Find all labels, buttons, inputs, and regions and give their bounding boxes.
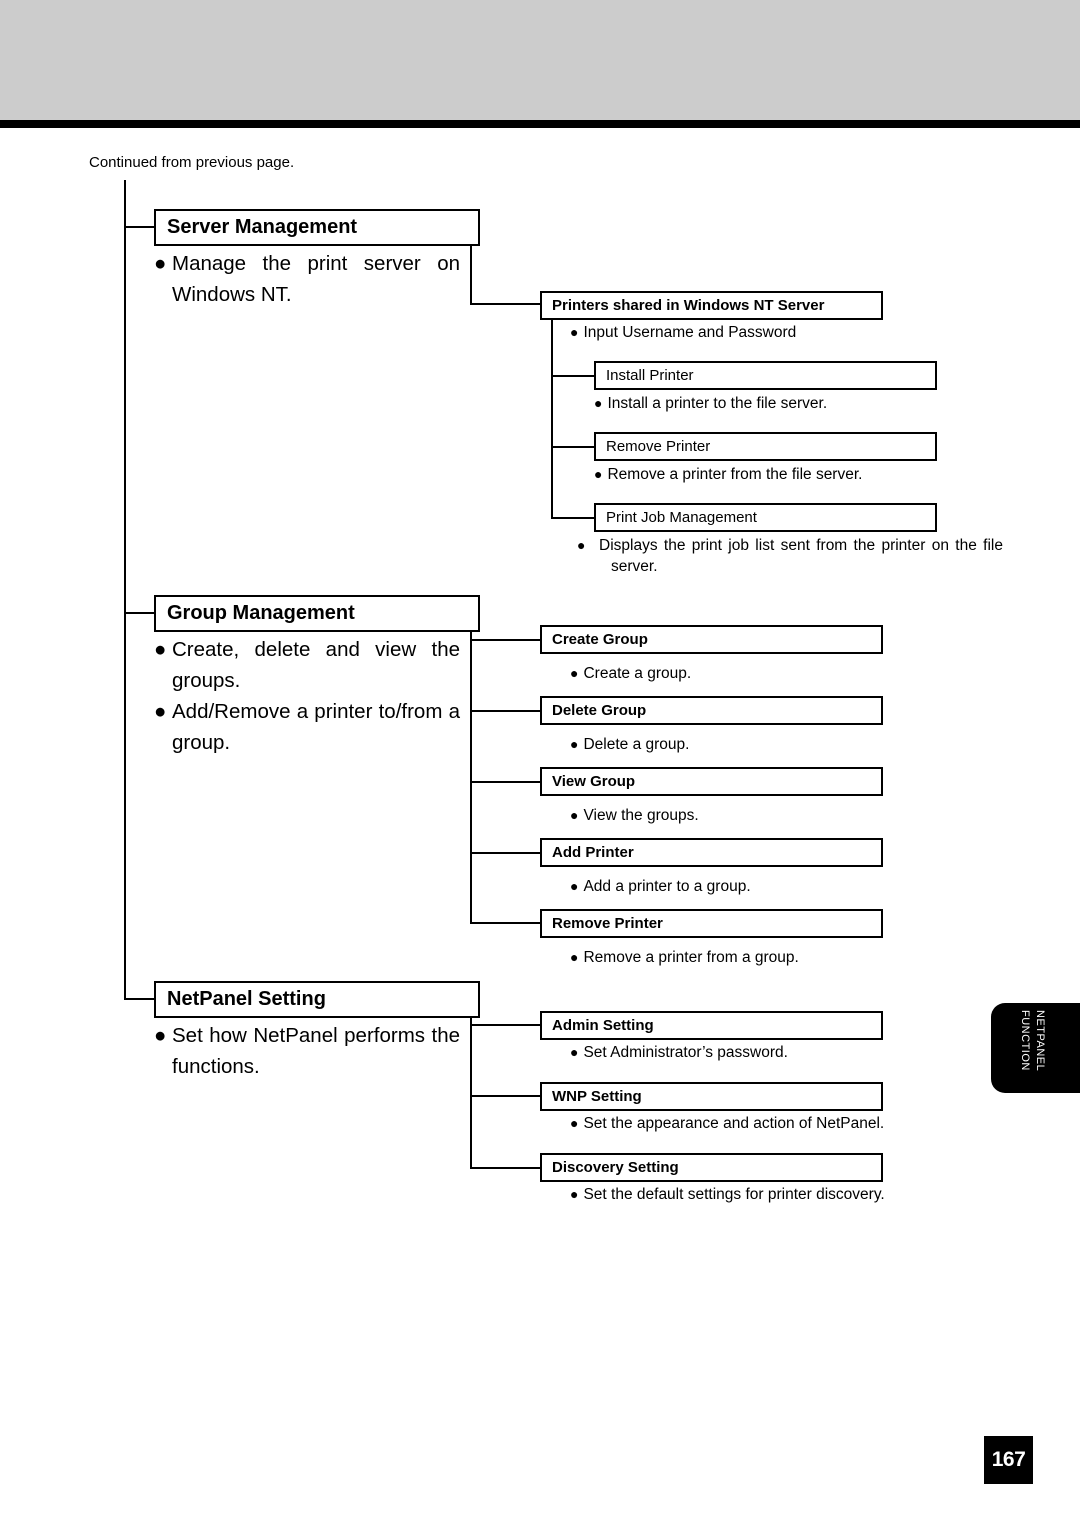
item-description: ● Delete a group.: [570, 736, 690, 753]
item-description: ● Set the default settings for printer di…: [570, 1186, 885, 1203]
item-view-group: View Group: [540, 767, 883, 796]
side-tab-line2: FUNCTION: [1019, 1010, 1031, 1071]
section-title: Server Management: [167, 216, 358, 238]
bullet-item: ● Create, delete and view the groups.: [154, 634, 460, 696]
bullet-item: ● Set how NetPanel performs the functions…: [154, 1020, 460, 1082]
connector: [551, 446, 594, 448]
connector: [470, 1024, 540, 1026]
connector: [470, 852, 540, 854]
sub-spine: [551, 318, 553, 519]
page-number: 167: [984, 1436, 1033, 1484]
connector: [470, 245, 472, 305]
item-admin-setting: Admin Setting: [540, 1011, 883, 1040]
bullet-icon: ●: [594, 395, 603, 411]
section-title: Group Management: [167, 602, 355, 624]
netpanel-spine: [470, 1017, 472, 1169]
item-create-group: Create Group: [540, 625, 883, 654]
bullet-icon: ●: [154, 638, 167, 661]
bullet-icon: ●: [570, 736, 579, 752]
item-description: ● Displays the print job list sent from t…: [577, 537, 1003, 575]
bullet-icon: ●: [570, 324, 579, 340]
connector: [124, 998, 154, 1000]
bullet-item: ● Add/Remove a printer to/from a group.: [154, 696, 460, 758]
bullet-icon: ●: [570, 1186, 579, 1202]
connector: [124, 226, 154, 228]
connector: [470, 781, 540, 783]
bullet-icon: ●: [570, 807, 579, 823]
connector: [551, 517, 594, 519]
item-description: ● Set the appearance and action of NetPan…: [570, 1115, 885, 1132]
group-spine: [470, 631, 472, 924]
item-description: ● Remove a printer from a group.: [570, 949, 799, 966]
item-remove-printer-group: Remove Printer: [540, 909, 883, 938]
section-netpanel-setting: NetPanel Setting: [154, 981, 480, 1018]
bullet-icon: ●: [570, 1044, 579, 1060]
connector: [551, 375, 594, 377]
connector: [124, 612, 154, 614]
item-description: ● View the groups.: [570, 807, 699, 824]
section-description: ● Set how NetPanel performs the functions…: [154, 1020, 460, 1082]
bullet-icon: ●: [154, 252, 167, 275]
item-description: ● Remove a printer from the file server.: [594, 466, 863, 483]
connector: [470, 303, 540, 305]
bullet-icon: ●: [154, 700, 167, 723]
main-spine: [124, 180, 126, 1000]
side-tab-line1: NETPANEL: [1034, 1010, 1046, 1072]
section-description: ● Manage the print server on Windows NT.: [154, 248, 460, 310]
section-description: ● Create, delete and view the groups. ● Ad…: [154, 634, 460, 758]
chapter-side-tab[interactable]: NETPANEL FUNCTION: [991, 1003, 1080, 1093]
bullet-icon: ●: [594, 466, 603, 482]
continued-note: Continued from previous page.: [89, 154, 295, 171]
item-remove-printer-server: Remove Printer: [594, 432, 937, 461]
connector: [470, 639, 540, 641]
item-description: ● Add a printer to a group.: [570, 878, 751, 895]
header-band: [0, 0, 1080, 120]
bullet-icon: ●: [570, 665, 579, 681]
connector: [470, 1167, 540, 1169]
connector: [470, 710, 540, 712]
item-description: ● Install a printer to the file server.: [594, 395, 828, 412]
section-title: NetPanel Setting: [167, 988, 326, 1010]
item-description: ● Set Administrator’s password.: [570, 1044, 788, 1061]
connector: [470, 1095, 540, 1097]
item-delete-group: Delete Group: [540, 696, 883, 725]
item-install-printer: Install Printer: [594, 361, 937, 390]
item-description: ● Create a group.: [570, 665, 692, 682]
subsection-printers-shared: Printers shared in Windows NT Server: [540, 291, 883, 320]
header-rule: [0, 120, 1080, 128]
bullet-icon: ●: [570, 949, 579, 965]
item-discovery-setting: Discovery Setting: [540, 1153, 883, 1182]
bullet-icon: ●: [570, 1115, 579, 1131]
item-print-job-management: Print Job Management: [594, 503, 937, 532]
item-add-printer: Add Printer: [540, 838, 883, 867]
bullet-icon: ●: [154, 1024, 167, 1047]
item-wnp-setting: WNP Setting: [540, 1082, 883, 1111]
subsection-description: ● Input Username and Password: [570, 324, 797, 341]
connector: [470, 922, 540, 924]
bullet-item: ● Manage the print server on Windows NT.: [154, 248, 460, 310]
section-group-management: Group Management: [154, 595, 480, 632]
section-server-management: Server Management: [154, 209, 480, 246]
bullet-icon: ●: [570, 878, 579, 894]
